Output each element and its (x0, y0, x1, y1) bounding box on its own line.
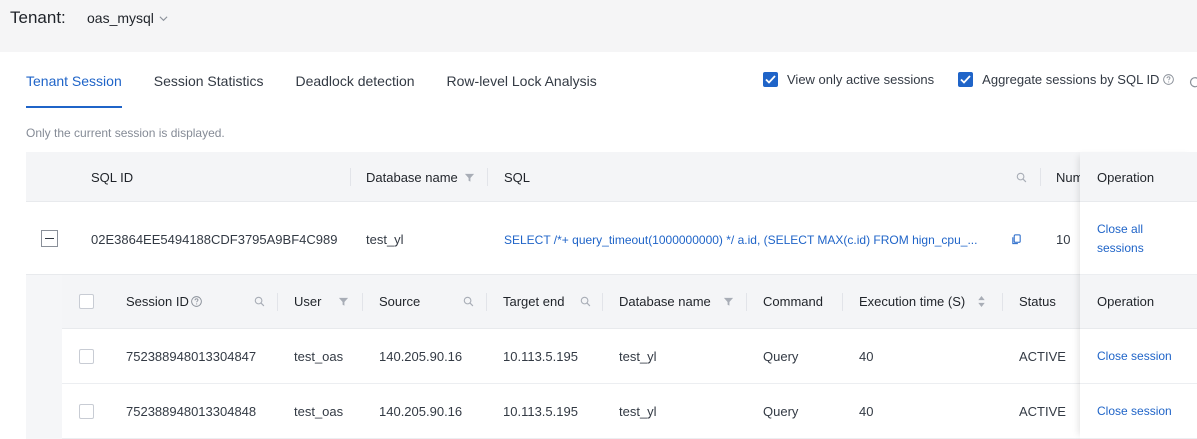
search-icon[interactable] (254, 296, 265, 307)
database-value: test_yl (619, 404, 657, 419)
col-database-name: Database name (366, 170, 458, 185)
column-divider (1040, 168, 1041, 186)
col-status: Status (1019, 294, 1056, 309)
column-divider (362, 293, 363, 311)
target-end-value: 10.113.5.195 (503, 404, 578, 419)
col-source: Source (379, 294, 421, 309)
filter-icon[interactable] (723, 296, 734, 307)
check-icon (763, 72, 778, 87)
col-user: User (294, 294, 322, 309)
col-session-id: Session ID (126, 294, 189, 309)
col-operation: Operation (1097, 170, 1155, 185)
session-table: SQL ID Database name SQL Num 02E3864EE54… (26, 152, 1197, 439)
select-all-checkbox[interactable] (79, 294, 94, 309)
table-header: SQL ID Database name SQL Num (26, 152, 1197, 202)
table-header: Operation (1080, 275, 1197, 329)
source-value: 140.205.90.16 (379, 404, 463, 419)
row-checkbox[interactable] (79, 404, 94, 419)
close-all-sessions-link[interactable]: Close all sessions (1097, 220, 1167, 258)
command-value: Query (763, 349, 799, 364)
database-value: test_yl (366, 232, 404, 247)
close-session-link[interactable]: Close session (1097, 404, 1172, 418)
row-checkbox[interactable] (79, 349, 94, 364)
filter-icon[interactable] (464, 172, 475, 183)
view-active-sessions-label: View only active sessions (787, 72, 935, 87)
help-icon[interactable] (1163, 74, 1175, 85)
table-row: 752388948013304848 test_oas 140.205.90.1… (62, 384, 1197, 439)
collapse-row-button[interactable] (41, 230, 58, 247)
num-value: 10 (1056, 232, 1071, 247)
column-divider (487, 168, 488, 186)
search-icon[interactable] (580, 296, 591, 307)
session-id-value: 752388948013304848 (126, 404, 257, 419)
column-divider (350, 168, 351, 186)
operation-cell: Close session (1080, 384, 1197, 439)
sort-icon[interactable] (976, 295, 987, 308)
sql-text-link[interactable]: SELECT /*+ query_timeout(1000000000) */ … (504, 233, 977, 247)
execution-time-value: 40 (859, 404, 874, 419)
col-database-name: Database name (619, 294, 711, 309)
user-value: test_oas (294, 404, 344, 419)
table-row: 02E3864EE5494188CDF3795A9BF4C989 test_yl… (26, 202, 1197, 275)
column-divider (486, 293, 487, 311)
status-value: ACTIVE (1019, 349, 1066, 364)
tenant-value: oas_mysql (87, 10, 154, 26)
tenant-label: Tenant: (10, 8, 66, 27)
session-detail-table: Session ID User Source Target end Databa… (26, 275, 1197, 439)
filter-icon[interactable] (338, 296, 349, 307)
session-panel: Tenant Session Session Statistics Deadlo… (0, 52, 1197, 439)
search-icon[interactable] (1016, 172, 1027, 183)
database-value: test_yl (619, 349, 657, 364)
view-active-sessions-checkbox[interactable]: View only active sessions (763, 72, 934, 87)
col-target-end: Target end (503, 294, 565, 309)
table-header: Session ID User Source Target end Databa… (62, 275, 1197, 329)
execution-time-value: 40 (859, 349, 874, 364)
col-sql-id: SQL ID (91, 170, 134, 185)
aggregate-by-sql-id-label: Aggregate sessions by SQL ID (982, 72, 1160, 87)
table-header: Operation (1080, 152, 1197, 202)
column-divider (602, 293, 603, 311)
column-divider (746, 293, 747, 311)
column-divider (277, 293, 278, 311)
aggregate-by-sql-id-checkbox[interactable]: Aggregate sessions by SQL ID (958, 72, 1175, 87)
col-sql: SQL (504, 170, 531, 185)
operation-cell: Close all sessions (1080, 202, 1197, 275)
search-icon[interactable] (463, 296, 474, 307)
tab-row-level-lock-analysis[interactable]: Row-level Lock Analysis (447, 52, 597, 108)
refresh-icon[interactable] (1189, 76, 1197, 88)
column-divider (842, 293, 843, 311)
check-icon (958, 72, 974, 87)
command-value: Query (763, 404, 799, 419)
session-id-value: 752388948013304847 (126, 349, 257, 364)
sql-id-value: 02E3864EE5494188CDF3795A9BF4C989 (91, 232, 338, 247)
source-value: 140.205.90.16 (379, 349, 463, 364)
table-row: 752388948013304847 test_oas 140.205.90.1… (62, 329, 1197, 384)
tenant-bar: Tenant: oas_mysql (0, 0, 1197, 38)
tab-deadlock-detection[interactable]: Deadlock detection (295, 52, 414, 108)
tab-tenant-session[interactable]: Tenant Session (26, 52, 122, 108)
user-value: test_oas (294, 349, 344, 364)
col-command: Command (763, 294, 823, 309)
status-value: ACTIVE (1019, 404, 1066, 419)
target-end-value: 10.113.5.195 (503, 349, 578, 364)
operation-column: Operation Close all sessions Operation C… (1080, 152, 1197, 439)
tab-session-statistics[interactable]: Session Statistics (154, 52, 264, 108)
col-execution-time: Execution time (S) (859, 294, 966, 309)
copy-icon[interactable] (1011, 234, 1022, 245)
tenant-selector[interactable]: oas_mysql (87, 10, 168, 26)
operation-cell: Close session (1080, 329, 1197, 384)
col-operation: Operation (1097, 294, 1155, 309)
column-divider (1002, 293, 1003, 311)
options: View only active sessions Aggregate sess… (763, 72, 1197, 87)
close-session-link[interactable]: Close session (1097, 349, 1172, 363)
help-icon[interactable] (191, 296, 202, 307)
tab-bar: Tenant Session Session Statistics Deadlo… (26, 52, 629, 108)
chevron-down-icon (159, 15, 168, 21)
session-hint: Only the current session is displayed. (26, 126, 225, 140)
